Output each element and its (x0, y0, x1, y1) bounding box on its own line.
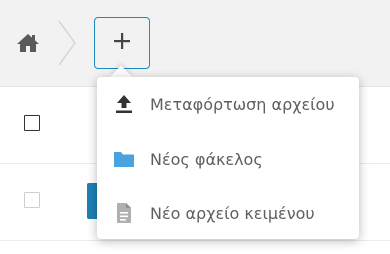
row-checkbox[interactable] (24, 115, 40, 131)
text-file-icon (113, 202, 135, 224)
menu-item-label: Μεταφόρτωση αρχείου (150, 94, 335, 114)
menu-item-label: Νέο αρχείο κειμένου (150, 203, 315, 223)
home-icon[interactable] (16, 31, 40, 55)
menu-item-label: Νέος φάκελος (150, 149, 263, 169)
new-dropdown-menu: Μεταφόρτωση αρχείου Νέος φάκελος Νέο αρχ… (97, 77, 359, 239)
folder-icon (113, 148, 135, 170)
row-checkbox[interactable] (24, 192, 40, 208)
upload-icon (113, 93, 135, 115)
plus-icon (113, 32, 131, 55)
menu-item-new-folder[interactable]: Νέος φάκελος (97, 133, 359, 185)
menu-item-upload-file[interactable]: Μεταφόρτωση αρχείου (97, 78, 359, 130)
new-button[interactable] (94, 17, 150, 69)
breadcrumb-separator (56, 20, 78, 66)
menu-item-new-text-file[interactable]: Νέο αρχείο κειμένου (97, 187, 359, 239)
row-divider (0, 240, 390, 241)
toolbar (0, 0, 390, 87)
